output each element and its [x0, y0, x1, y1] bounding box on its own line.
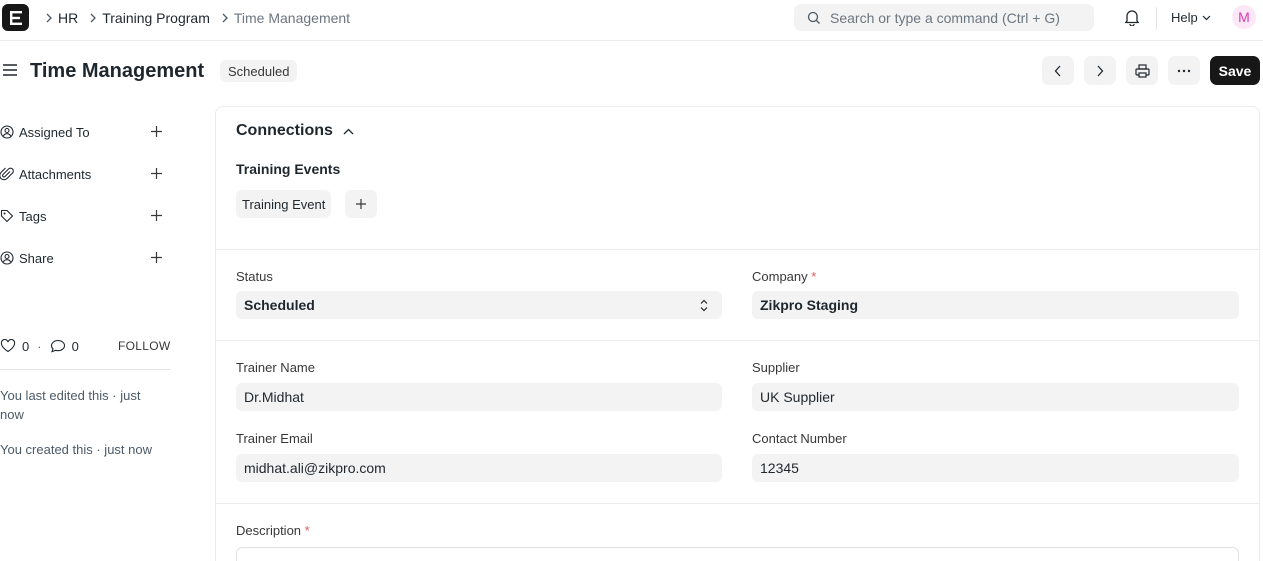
trainer-name-field[interactable]: Dr.Midhat — [236, 383, 722, 411]
company-label-text: Company — [752, 269, 808, 284]
plus-icon[interactable] — [150, 167, 163, 180]
printer-icon — [1134, 63, 1150, 78]
chevron-right-icon — [1097, 65, 1104, 76]
chevron-up-icon — [343, 128, 354, 134]
like-count: 0 — [22, 338, 30, 354]
activity-created: You created this · just now — [0, 442, 152, 457]
status-value: Scheduled — [244, 297, 315, 313]
connections-title: Connections — [236, 122, 333, 139]
chevron-right-icon — [216, 13, 234, 23]
add-training-event-button[interactable] — [345, 190, 377, 218]
status-select[interactable]: Scheduled — [236, 291, 722, 319]
description-editor-toolbar[interactable] — [236, 547, 1239, 561]
description-label-text: Description — [236, 523, 302, 538]
contact-number-field[interactable]: 12345 — [752, 454, 1239, 482]
comment-icon[interactable] — [50, 339, 66, 353]
search-placeholder: Search or type a command (Ctrl + G) — [830, 9, 1060, 26]
chevron-down-icon — [1202, 15, 1211, 20]
navbar-divider — [1156, 7, 1157, 29]
sidebar-item-label: Tags — [19, 208, 47, 224]
app-logo[interactable] — [2, 4, 29, 31]
paperclip-icon — [0, 167, 14, 181]
heart-icon[interactable] — [0, 339, 16, 353]
contact-number-label: Contact Number — [752, 431, 847, 446]
select-arrows-icon — [700, 299, 708, 312]
description-label: Description * — [236, 523, 310, 538]
search-icon — [807, 11, 820, 24]
required-mark: * — [304, 523, 310, 538]
status-label: Status — [236, 269, 273, 284]
company-label: Company * — [752, 269, 816, 284]
app-logo-icon — [9, 10, 22, 25]
sidebar-item-label: Attachments — [19, 166, 92, 182]
connections-section-toggle[interactable]: Connections — [236, 122, 354, 140]
sidebar-item-label: Share — [19, 250, 54, 266]
breadcrumb-current[interactable]: Time Management — [234, 10, 350, 26]
sidebar-item-tags[interactable]: Tags — [0, 204, 170, 228]
breadcrumb: HR Training Program Time Management — [40, 0, 356, 35]
section-divider — [216, 249, 1259, 250]
trainer-name-label: Trainer Name — [236, 360, 315, 375]
sidebar-item-assigned-to[interactable]: Assigned To — [0, 120, 170, 144]
supplier-label: Supplier — [752, 360, 800, 375]
comment-count: 0 — [71, 338, 79, 354]
section-divider — [216, 503, 1259, 504]
help-label: Help — [1171, 10, 1198, 25]
chevron-left-icon — [1054, 65, 1061, 76]
stats-separator: · — [37, 338, 42, 354]
plus-icon — [356, 199, 366, 209]
plus-icon[interactable] — [150, 125, 163, 138]
like-comment-stats: 0 · 0 FOLLOW — [0, 336, 170, 356]
tag-icon — [0, 209, 14, 223]
trainer-email-label: Trainer Email — [236, 431, 313, 446]
required-mark: * — [811, 269, 817, 284]
save-button[interactable]: Save — [1210, 56, 1260, 85]
follow-button[interactable]: FOLLOW — [118, 339, 170, 353]
next-document-button[interactable] — [1084, 56, 1116, 85]
user-avatar[interactable]: M — [1232, 5, 1256, 29]
supplier-field[interactable]: UK Supplier — [752, 383, 1239, 411]
sidebar-toggle-icon[interactable] — [3, 64, 17, 76]
sidebar-item-share[interactable]: Share — [0, 246, 170, 270]
chevron-right-icon — [84, 13, 102, 23]
plus-icon[interactable] — [150, 209, 163, 222]
plus-icon[interactable] — [150, 251, 163, 264]
section-divider — [216, 340, 1259, 341]
print-button[interactable] — [1126, 56, 1158, 85]
ellipsis-icon — [1177, 69, 1191, 72]
top-navbar: HR Training Program Time Management Sear… — [0, 0, 1263, 41]
awesomebar-search-input[interactable]: Search or type a command (Ctrl + G) — [794, 4, 1094, 31]
activity-last-edited: You last edited this · just now — [0, 388, 141, 422]
page-head: Time Management Scheduled Save — [0, 50, 1263, 94]
notifications-bell-icon[interactable] — [1124, 9, 1140, 26]
sidebar-divider — [0, 369, 170, 370]
trainer-email-field[interactable]: midhat.ali@zikpro.com — [236, 454, 722, 482]
breadcrumb-training-program[interactable]: Training Program — [102, 10, 210, 26]
form-card: Connections Training Events Training Eve… — [215, 106, 1260, 561]
more-actions-button[interactable] — [1168, 56, 1200, 85]
sidebar-item-attachments[interactable]: Attachments — [0, 162, 170, 186]
breadcrumb-hr[interactable]: HR — [58, 10, 78, 26]
page-title: Time Management — [30, 60, 205, 82]
training-events-heading: Training Events — [236, 161, 341, 177]
status-badge: Scheduled — [220, 60, 298, 82]
sidebar-item-label: Assigned To — [19, 124, 90, 140]
share-user-icon — [0, 251, 14, 265]
chevron-right-icon — [40, 13, 58, 23]
company-field[interactable]: Zikpro Staging — [752, 291, 1239, 319]
help-dropdown[interactable]: Help — [1171, 10, 1211, 25]
previous-document-button[interactable] — [1042, 56, 1074, 85]
assign-user-icon — [0, 125, 14, 139]
training-event-link[interactable]: Training Event — [236, 190, 332, 218]
